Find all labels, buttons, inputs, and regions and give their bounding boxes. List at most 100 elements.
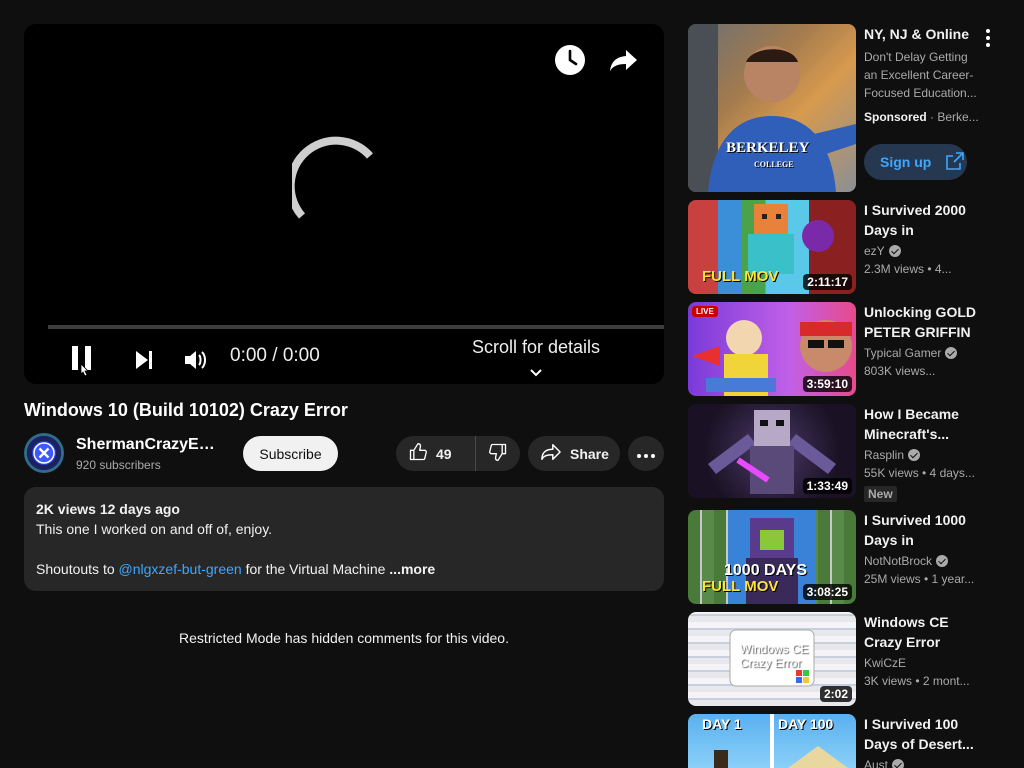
video-thumbnail[interactable]: Windows CE Crazy Error 2:02 <box>688 612 856 706</box>
channel-name[interactable]: Rasplin <box>864 448 904 462</box>
video-meta: 2.3M views • 4... <box>864 262 952 276</box>
more-vert-icon[interactable] <box>978 26 998 50</box>
sponsored-ad[interactable]: BERKELEY COLLEGE NY, NJ & Online Don't D… <box>688 24 1008 192</box>
signup-label: Sign up <box>880 154 932 170</box>
dislike-button[interactable] <box>476 436 520 471</box>
watch-later-icon[interactable] <box>554 44 586 76</box>
sponsored-label: Sponsored <box>864 110 927 124</box>
video-thumbnail[interactable]: DAY 1 DAY 100 <box>688 714 856 768</box>
subscribe-button[interactable]: Subscribe <box>243 436 338 471</box>
description-suffix: for the Virtual Machine <box>241 561 390 577</box>
thumbs-down-icon <box>488 442 508 465</box>
description-prefix: Shoutouts to <box>36 561 119 577</box>
thumbnail-subcaption: Crazy Error <box>740 656 802 670</box>
verified-icon <box>945 347 958 359</box>
verified-icon <box>888 245 901 257</box>
description-line-1: This one I worked on and off of, enjoy. <box>36 521 273 537</box>
ad-thumb-subtext: COLLEGE <box>754 160 794 169</box>
ad-thumb-text: BERKELEY <box>726 140 810 156</box>
channel-avatar[interactable] <box>24 433 64 473</box>
chevron-down-icon <box>464 362 608 383</box>
channel-name[interactable]: ezY <box>864 244 885 258</box>
ad-title[interactable]: NY, NJ & Online <box>864 24 969 44</box>
video-title[interactable]: I Survived 100 Days of Desert... <box>864 714 976 754</box>
video-meta: 3K views • 2 mont... <box>864 674 970 688</box>
channel-line: Rasplin <box>864 448 984 462</box>
thumbnail-caption: FULL MOV <box>702 268 779 285</box>
description-box[interactable]: 2K views 12 days ago This one I worked o… <box>24 487 664 591</box>
channel-name[interactable]: ShermanCrazyErr... <box>76 436 216 454</box>
ad-signup-button[interactable]: Sign up <box>864 144 967 180</box>
like-dislike-group: 49 <box>396 436 520 471</box>
pause-button[interactable] <box>68 342 98 378</box>
ad-thumbnail[interactable]: BERKELEY COLLEGE <box>688 24 856 192</box>
video-thumbnail[interactable]: LIVE 3:59:10 <box>688 302 856 396</box>
description-line-2: Shoutouts to @nlgxzef-but-green for the … <box>36 559 652 579</box>
ad-sponsor-line: Sponsored · Berke... <box>864 110 980 124</box>
scroll-hint-label: Scroll for details <box>471 337 601 357</box>
channel-name[interactable]: KwiCzE <box>864 656 906 670</box>
time-display: 0:00 / 0:00 <box>230 345 320 366</box>
channel-name[interactable]: NotNotBrock <box>864 554 932 568</box>
channel-line: KwiCzE <box>864 656 984 670</box>
share-button[interactable]: Share <box>528 436 620 471</box>
video-duration: 1:33:49 <box>802 478 852 494</box>
advertiser-name: · Berke... <box>926 110 979 124</box>
ad-description: Don't Delay Getting an Excellent Career-… <box>864 50 977 100</box>
video-title[interactable]: How I Became Minecraft's... <box>864 404 976 444</box>
next-button[interactable] <box>130 342 158 378</box>
thumbnail-caption: Windows CE <box>740 642 809 656</box>
live-badge: LIVE <box>692 306 718 317</box>
video-player[interactable]: 0:00 / 0:00 Scroll for details <box>24 24 664 384</box>
verified-icon <box>892 759 905 768</box>
channel-line: ezY <box>864 244 984 258</box>
more-horiz-icon <box>636 446 656 462</box>
volume-icon[interactable] <box>182 342 210 378</box>
more-actions-button[interactable] <box>628 436 664 471</box>
recommended-video[interactable]: 1000 DAYS FULL MOV 3:08:25 I Survived 10… <box>688 510 1008 604</box>
video-meta: 803K views... <box>864 364 936 378</box>
recommended-video[interactable]: FULL MOV 2:11:17 I Survived 2000 Days in… <box>688 200 1008 294</box>
thumbnail-subcaption: FULL MOV <box>702 578 779 595</box>
view-stats: 2K views 12 days ago <box>36 501 180 517</box>
channel-name[interactable]: Aust <box>864 758 888 768</box>
video-duration: 3:08:25 <box>802 584 852 600</box>
show-more-link[interactable]: ...more <box>389 561 435 577</box>
recommended-video[interactable]: 1:33:49 How I Became Minecraft's... Rasp… <box>688 404 1008 504</box>
share-icon <box>540 442 562 465</box>
thumbnail-subcaption: DAY 100 <box>778 716 834 732</box>
recommended-video[interactable]: DAY 1 DAY 100 I Survived 100 Days of Des… <box>688 714 1008 768</box>
video-title[interactable]: I Survived 1000 Days in Hardcor... <box>864 510 976 550</box>
video-thumbnail[interactable]: 1:33:49 <box>688 404 856 498</box>
like-count: 49 <box>436 445 452 462</box>
video-duration: 3:59:10 <box>802 376 852 392</box>
video-duration: 2:11:17 <box>803 274 852 290</box>
video-title[interactable]: I Survived 2000 Days in Hardcor... <box>864 200 976 240</box>
thumbnail-caption: DAY 1 <box>702 716 742 732</box>
channel-line: Aust <box>864 758 984 768</box>
share-arrow-icon[interactable] <box>608 44 640 76</box>
video-thumbnail[interactable]: FULL MOV 2:11:17 <box>688 200 856 294</box>
thumbs-up-icon <box>408 442 428 465</box>
scroll-for-details[interactable]: Scroll for details <box>464 337 608 383</box>
channel-name[interactable]: Typical Gamer <box>864 346 941 360</box>
recommended-video[interactable]: Windows CE Crazy Error 2:02 Windows CE C… <box>688 612 1008 706</box>
video-thumbnail[interactable]: 1000 DAYS FULL MOV 3:08:25 <box>688 510 856 604</box>
recommended-video[interactable]: LIVE 3:59:10 Unlocking GOLD PETER GRIFFI… <box>688 302 1008 396</box>
video-title[interactable]: Windows CE Crazy Error (rea... <box>864 612 976 652</box>
external-link-icon <box>945 151 965 174</box>
video-duration: 2:02 <box>819 686 852 702</box>
new-badge: New <box>864 486 897 502</box>
channel-line: Typical Gamer <box>864 346 984 360</box>
mention-link[interactable]: @nlgxzef-but-green <box>119 561 242 577</box>
verified-icon <box>908 449 921 461</box>
progress-bar[interactable] <box>48 325 664 329</box>
video-meta: 55K views • 4 days... <box>864 466 975 480</box>
like-button[interactable]: 49 <box>396 436 476 471</box>
video-title[interactable]: Unlocking GOLD PETER GRIFFIN ... <box>864 302 976 342</box>
share-label: Share <box>570 445 609 462</box>
subscriber-count: 920 subscribers <box>76 458 161 472</box>
video-meta: 25M views • 1 year... <box>864 572 975 586</box>
restricted-mode-notice: Restricted Mode has hidden comments for … <box>179 630 509 646</box>
video-title: Windows 10 (Build 10102) Crazy Error <box>24 400 348 420</box>
